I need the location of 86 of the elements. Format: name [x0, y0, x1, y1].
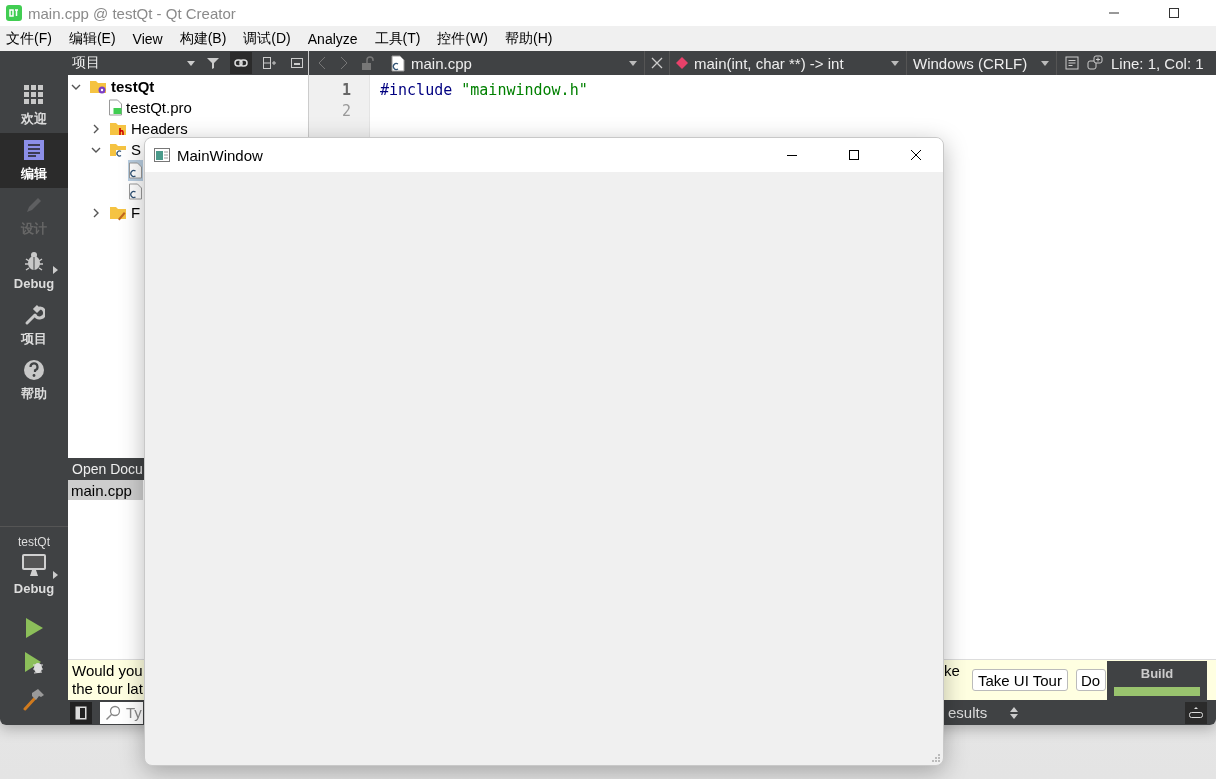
tree-item[interactable]: [128, 160, 143, 181]
menu-item[interactable]: 工具(T): [368, 29, 427, 48]
tree-item[interactable]: F: [108, 202, 142, 223]
projects-mode-icon: [23, 303, 45, 326]
dropdown-caret-icon: [890, 59, 900, 67]
window-title: main.cpp @ testQt - Qt Creator: [28, 4, 236, 22]
resize-grip-icon[interactable]: [932, 754, 941, 763]
tree-item[interactable]: S: [108, 139, 142, 160]
info-message: Would you the tour lat: [71, 662, 144, 698]
output-pane-selector[interactable]: esults: [948, 704, 1020, 721]
menu-item[interactable]: 编辑(E): [62, 29, 122, 48]
line-number: 2: [340, 101, 352, 122]
code-line: #include "mainwindow.h": [380, 80, 588, 101]
menu-item[interactable]: View: [126, 30, 169, 47]
menu-item[interactable]: 构建(B): [173, 29, 233, 48]
up-down-arrows-icon: [1009, 705, 1020, 720]
maximize-icon: [847, 149, 860, 161]
info-message: ke: [944, 662, 961, 679]
search-field[interactable]: Ty: [100, 701, 143, 724]
mode-button[interactable]: Debug: [0, 243, 68, 298]
file-selector[interactable]: main.cpp: [383, 51, 645, 75]
file-icon: [129, 162, 142, 179]
window-app-icon: [154, 148, 170, 162]
mode-button[interactable]: 项目: [0, 298, 68, 353]
line-ending-selector[interactable]: Windows (CRLF): [907, 51, 1057, 75]
split-icon: [262, 56, 276, 70]
folder-icon: [109, 120, 127, 137]
mode-button[interactable]: 编辑: [0, 133, 68, 188]
project-folder-icon: [89, 78, 107, 95]
file-icon: [129, 183, 142, 200]
tree-item[interactable]: Headers: [108, 118, 189, 139]
tree-item[interactable]: testQt.pro: [108, 97, 193, 118]
help-mode-icon: [23, 358, 45, 381]
tree-item[interactable]: testQt: [88, 76, 156, 97]
debug-run-icon[interactable]: [23, 651, 45, 675]
window-title: MainWindow: [177, 146, 263, 164]
link-button[interactable]: [230, 52, 252, 74]
file-icon: [109, 99, 122, 116]
menu-item[interactable]: 调试(D): [237, 29, 297, 48]
pane-title: 项目: [72, 54, 100, 72]
cpp-file-icon: [389, 54, 405, 72]
filter-icon: [206, 56, 220, 70]
close-icon[interactable]: [651, 57, 663, 69]
panel-icon: [1189, 706, 1203, 719]
menu-item[interactable]: 帮助(H): [499, 29, 559, 48]
kit-project-label: testQt: [18, 535, 50, 549]
menu-item[interactable]: 控件(W): [431, 29, 494, 48]
menu-item[interactable]: 文件(F): [0, 29, 58, 48]
lock-icon: [361, 56, 375, 70]
debug-mode-icon: [23, 250, 45, 272]
link-icon: [234, 56, 248, 70]
close-icon: [909, 149, 922, 161]
tree-item[interactable]: [128, 181, 143, 202]
symbol-selector[interactable]: main(int, char **) -> int: [669, 51, 907, 75]
hammer-icon[interactable]: [22, 687, 46, 711]
sidebar-toggle-button[interactable]: [70, 701, 92, 724]
welcome-mode-icon: [23, 83, 45, 106]
build-label: Build: [1140, 665, 1174, 681]
folder-icon: [109, 204, 127, 221]
menu-item[interactable]: Analyze: [301, 30, 364, 47]
open-document-item[interactable]: main.cpp: [68, 480, 143, 500]
maximize-panel-button[interactable]: [1185, 701, 1207, 724]
maximize-icon[interactable]: [1168, 7, 1180, 19]
search-icon: [105, 704, 121, 721]
info-bar-button[interactable]: Take UI Tour: [972, 669, 1068, 691]
monitor-icon[interactable]: [21, 553, 47, 577]
info-bar-button[interactable]: Do: [1075, 669, 1106, 691]
run-icon[interactable]: [24, 617, 44, 639]
document-lines-icon[interactable]: [1065, 56, 1079, 70]
kit-build-label: Debug: [13, 581, 55, 596]
dropdown-caret-icon[interactable]: [186, 59, 196, 67]
submenu-arrow-icon: [53, 266, 58, 274]
dropdown-caret-icon: [1040, 59, 1050, 67]
mode-button[interactable]: 帮助: [0, 353, 68, 408]
split-window-icon[interactable]: [1087, 55, 1103, 71]
qt-logo-icon: [6, 5, 22, 21]
folder-icon: [109, 141, 127, 158]
dropdown-caret-icon: [628, 59, 638, 67]
edit-mode-icon: [23, 138, 45, 161]
cursor-position[interactable]: Line: 1, Col: 1: [1111, 54, 1204, 72]
mode-button[interactable]: 欢迎: [0, 78, 68, 133]
diamond-icon: [676, 57, 688, 69]
line-number: 1: [340, 80, 352, 101]
panel-toggle-icon: [75, 705, 87, 720]
close-pane-icon: [290, 56, 304, 70]
submenu-arrow-icon: [53, 571, 58, 579]
